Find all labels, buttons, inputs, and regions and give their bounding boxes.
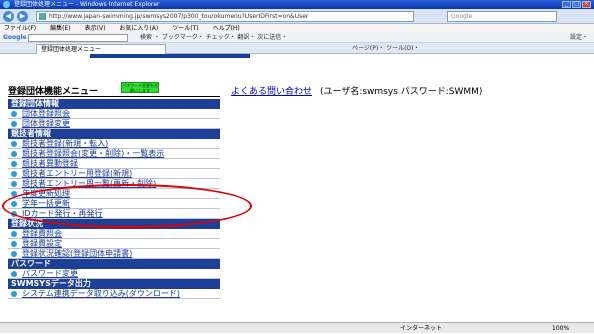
menu-item-label: 団体登録照会 (22, 109, 70, 118)
page-content: 登録団体機能メニュー パスワード変更をお願いします よくある問い合わせ (ユーザ… (0, 54, 594, 322)
section-header: SWMSYSデータ出力 (8, 279, 220, 289)
google-toolbar-items[interactable]: 検索 ・ ブックマーク・ チェック・ 翻訳・ 次に送信・ (140, 33, 287, 43)
divider (8, 96, 220, 97)
menu-item[interactable]: 競技者異動登録 (8, 159, 220, 169)
menu-item[interactable]: 競技者登録照会(変更・削除)・一覧表示 (8, 149, 220, 159)
address-bar: ◀ ▶ http://www.japan-swimming.jp/swmsys2… (0, 9, 594, 24)
maximize-button[interactable]: □ (572, 1, 581, 8)
close-button[interactable]: × (582, 1, 591, 8)
back-button[interactable]: ◀ (3, 11, 14, 22)
menu-item[interactable]: 登録費照会 (8, 229, 220, 239)
google-toolbar: Google 検索 ・ ブックマーク・ チェック・ 翻訳・ 次に送信・ 設定・ (0, 33, 594, 43)
menu-item[interactable]: 登録費設定 (8, 239, 220, 249)
menu-item-label: システム連携データ取り込み(ダウンロード) (22, 289, 181, 298)
bullet-icon (11, 141, 17, 147)
header-strip (90, 54, 250, 58)
menu-help[interactable]: ヘルプ(H) (213, 24, 240, 33)
google-settings-button[interactable]: 設定・ (570, 33, 588, 43)
minimize-button[interactable]: _ (562, 1, 571, 8)
menu-bar: ファイル(F) 編集(E) 表示(V) お気に入り(A) ツール(T) ヘルプ(… (0, 24, 594, 33)
address-url: http://www.japan-swimming.jp/swmsys2007/… (49, 13, 309, 20)
menu-item[interactable]: 団体登録変更 (8, 119, 220, 129)
menu-tools[interactable]: ツール(T) (172, 24, 198, 33)
google-logo: Google (3, 34, 27, 41)
menu-item-label: 競技者登録照会(変更・削除)・一覧表示 (22, 149, 165, 158)
page-favicon-icon (39, 13, 46, 20)
search-input[interactable]: Google (447, 11, 557, 22)
bullet-icon (11, 151, 17, 157)
tab-label: 登録団体処理メニュー (41, 46, 102, 53)
menu-item-highlighted[interactable]: 競技者エントリー用登録(新規) (8, 169, 220, 179)
user-info: (ユーザ名:swmsys パスワード:SWMM) (320, 87, 483, 97)
command-bar[interactable]: ページ(P)・ ツール(O)・ (352, 43, 420, 54)
menu-item[interactable]: 登録状況確認(登録団体申請書) (8, 249, 220, 259)
section-header: 登録団体情報 (8, 99, 220, 109)
menu-item[interactable]: パスワード変更 (8, 269, 220, 279)
forward-button[interactable]: ▶ (17, 11, 28, 22)
bullet-icon (11, 291, 17, 297)
bullet-icon (11, 121, 17, 127)
password-notice-badge: パスワード変更をお願いします (121, 82, 159, 93)
menu-item[interactable]: 団体登録照会 (8, 109, 220, 119)
red-annotation-ellipse (2, 184, 252, 228)
window-controls: _ □ × (562, 1, 591, 8)
bullet-icon (11, 111, 17, 117)
window-title: 登録団体処理メニュー - Windows Internet Explorer (14, 1, 160, 8)
search-placeholder: Google (451, 13, 473, 20)
address-input[interactable]: http://www.japan-swimming.jp/swmsys2007/… (36, 11, 414, 22)
menu-item-label: 団体登録変更 (22, 119, 70, 128)
bullet-icon (11, 231, 17, 237)
security-zone: インターネット (400, 325, 443, 332)
section-header: パスワード (8, 259, 220, 269)
bullet-icon (11, 171, 17, 177)
bullet-icon (11, 241, 17, 247)
tab-current[interactable]: 登録団体処理メニュー (36, 44, 166, 54)
bullet-icon (11, 181, 17, 187)
window-titlebar: 登録団体処理メニュー - Windows Internet Explorer _… (0, 0, 594, 9)
menu-item-label: 競技者異動登録 (22, 159, 78, 168)
ie-icon (3, 1, 10, 8)
menu-view[interactable]: 表示(V) (85, 24, 106, 33)
menu-item-label: 登録費照会 (22, 229, 62, 238)
google-search-input[interactable] (28, 34, 128, 42)
menu-item-label: 登録費設定 (22, 239, 62, 248)
menu-item-label: パスワード変更 (22, 269, 78, 278)
bullet-icon (11, 271, 17, 277)
bullet-icon (11, 251, 17, 257)
tab-bar: 登録団体処理メニュー ページ(P)・ ツール(O)・ (0, 43, 594, 54)
menu-item-label: 競技者エントリー用登録(新規) (22, 169, 133, 178)
menu-file[interactable]: ファイル(F) (4, 24, 36, 33)
faq-link[interactable]: よくある問い合わせ (231, 84, 312, 97)
menu-item[interactable]: 競技者登録(新規・転入) (8, 139, 220, 149)
menu-edit[interactable]: 編集(E) (50, 24, 70, 33)
menu-item-label: 登録状況確認(登録団体申請書) (22, 249, 133, 258)
bullet-icon (11, 161, 17, 167)
section-header: 競技者情報 (8, 129, 220, 139)
menu-item-label: 競技者登録(新規・転入) (22, 139, 109, 148)
menu-favorites[interactable]: お気に入り(A) (119, 24, 158, 33)
status-bar: インターネット 100% (0, 322, 594, 333)
zoom-level[interactable]: 100% (552, 323, 569, 334)
menu-item[interactable]: システム連携データ取り込み(ダウンロード) (8, 289, 220, 299)
